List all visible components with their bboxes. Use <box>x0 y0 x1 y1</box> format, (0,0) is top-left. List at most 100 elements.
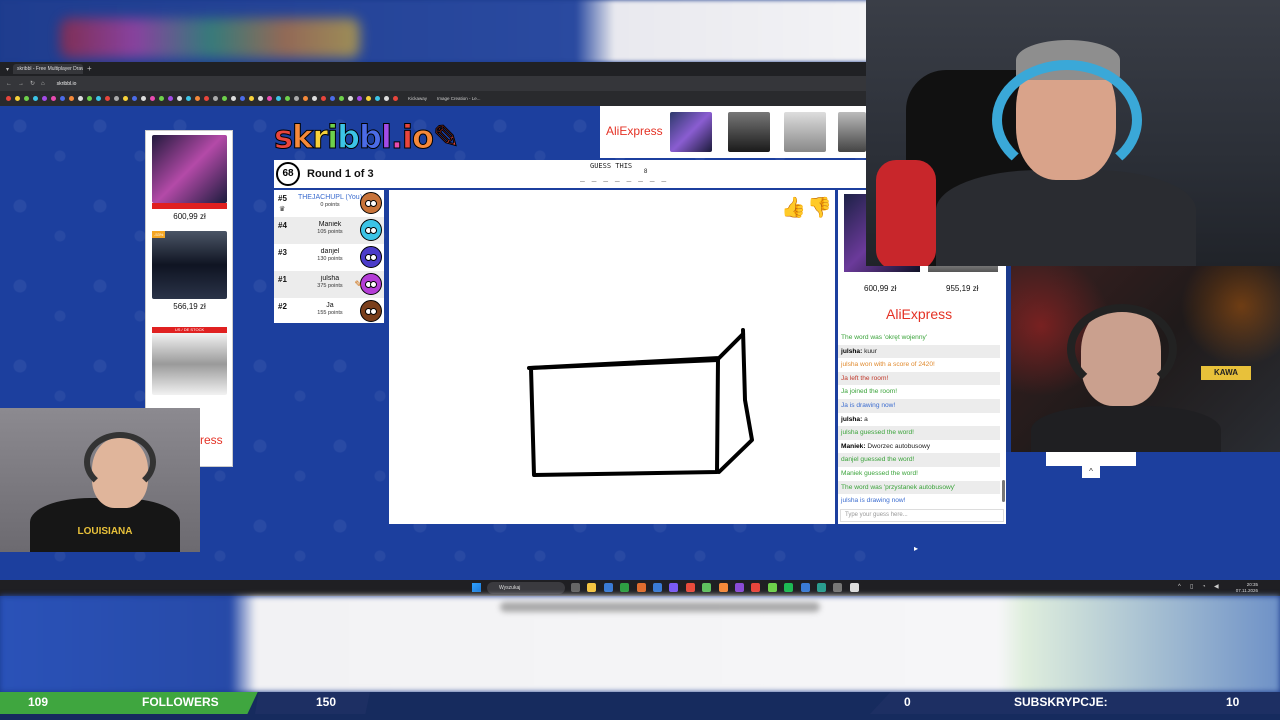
forward-icon[interactable]: → <box>18 81 24 87</box>
chat-panel: AliExpress The word was 'okręt wojenny' j… <box>838 300 1006 524</box>
tray-volume-icon[interactable]: ◀ <box>1214 584 1220 590</box>
bookmark-icon[interactable] <box>51 96 56 101</box>
bookmark-icon[interactable] <box>357 96 362 101</box>
bookmark-icon[interactable] <box>213 96 218 101</box>
ad-tile[interactable]: 600,99 zł <box>152 135 227 221</box>
tab-menu-icon[interactable]: ▾ <box>6 66 9 73</box>
bookmark-icon[interactable] <box>114 96 119 101</box>
player-row[interactable]: #2 Ja 155 points <box>274 298 384 325</box>
bookmark-icon[interactable] <box>267 96 272 101</box>
bookmark-icon[interactable] <box>132 96 137 101</box>
guess-input[interactable]: Type your guess here... <box>840 509 1004 522</box>
ad-product-image[interactable] <box>838 112 866 152</box>
taskbar-app-icon[interactable] <box>718 583 728 592</box>
player-row[interactable]: #3 danjel 130 points <box>274 244 384 271</box>
player-row[interactable]: #1 julsha 375 points ✎ <box>274 271 384 298</box>
reload-icon[interactable]: ↻ <box>30 80 35 87</box>
bookmark-icon[interactable] <box>87 96 92 101</box>
bookmark-icon[interactable] <box>231 96 236 101</box>
tray-battery-icon[interactable]: ▯ <box>1190 584 1196 590</box>
taskbar-app-icon[interactable] <box>603 583 613 592</box>
bookmark-icon[interactable] <box>6 96 11 101</box>
bookmark-icon[interactable] <box>24 96 29 101</box>
bookmark-icon[interactable] <box>105 96 110 101</box>
bookmark-icon[interactable] <box>348 96 353 101</box>
taskbar-app-icon[interactable] <box>653 583 662 592</box>
ad-product-image[interactable] <box>784 112 826 152</box>
taskbar-app-icon[interactable] <box>800 583 810 592</box>
bookmark-icon[interactable] <box>33 96 38 101</box>
drawing-canvas[interactable]: 👍 👎 <box>389 190 835 524</box>
ad-tile[interactable]: US / DE STOCK <box>152 327 227 395</box>
taskbar-app-icon[interactable] <box>702 583 712 592</box>
player-row[interactable]: #4 Maniek 105 points <box>274 217 384 244</box>
taskbar-app-icon[interactable] <box>636 583 646 592</box>
bookmark-icon[interactable] <box>15 96 20 101</box>
taskbar-app-icon[interactable] <box>751 583 761 592</box>
bookmark-icon[interactable] <box>123 96 128 101</box>
tray-network-icon[interactable]: ◔ <box>1202 584 1208 590</box>
taskbar-app-icon[interactable] <box>817 583 826 592</box>
bookmark-icon[interactable] <box>222 96 227 101</box>
home-icon[interactable]: ⌂ <box>41 81 45 87</box>
bookmark-icon[interactable] <box>375 96 380 101</box>
bookmark-icon[interactable] <box>69 96 74 101</box>
taskbar-app-icon[interactable] <box>685 583 695 592</box>
bookmark-icon[interactable] <box>294 96 299 101</box>
gaming-chair-red-side <box>876 160 936 266</box>
subs-current: 0 <box>904 695 911 709</box>
bookmark-icon[interactable] <box>393 96 398 101</box>
bookmark-icon[interactable] <box>384 96 389 101</box>
bookmark-icon[interactable] <box>339 96 344 101</box>
tray-arrow-icon[interactable]: ^ <box>1178 584 1184 590</box>
taskbar-app-icon[interactable] <box>767 583 777 592</box>
bookmark-icon[interactable] <box>330 96 335 101</box>
chevron-up-icon[interactable]: ^ <box>1082 466 1100 478</box>
taskbar-app-icon[interactable] <box>735 583 744 592</box>
bookmark-icon[interactable] <box>78 96 83 101</box>
ad-tile[interactable]: 566,19 zł -53% <box>152 231 227 311</box>
back-icon[interactable]: ← <box>6 81 12 87</box>
taskbar-app-icon[interactable] <box>833 583 843 592</box>
taskbar-app-icon[interactable] <box>669 583 679 592</box>
bookmark-icon[interactable] <box>303 96 308 101</box>
bookmark-icon[interactable] <box>258 96 263 101</box>
bookmark-icon[interactable] <box>150 96 155 101</box>
player-row[interactable]: #5 THEJACHUPL (You) 0 points ♛ <box>274 190 384 217</box>
bookmark-icon[interactable] <box>285 96 290 101</box>
taskbar-app-icon[interactable] <box>587 583 597 592</box>
chat-scrollbar[interactable] <box>1002 480 1005 502</box>
taskbar-app-icon[interactable] <box>849 583 859 592</box>
taskbar-app-icon[interactable] <box>571 583 580 592</box>
bookmark-icon[interactable] <box>240 96 245 101</box>
bookmark-link[interactable]: Image Creation - Le... <box>437 96 481 101</box>
bookmark-icon[interactable] <box>168 96 173 101</box>
bookmark-icon[interactable] <box>60 96 65 101</box>
start-button[interactable] <box>472 583 481 592</box>
new-tab-icon[interactable]: + <box>87 64 92 74</box>
bookmark-icon[interactable] <box>96 96 101 101</box>
browser-window: ▾ skribbl - Free Multiplayer Draw... + ←… <box>0 62 866 106</box>
url-field[interactable]: skribbl.io <box>57 81 77 87</box>
ad-product-image[interactable] <box>670 112 712 152</box>
bookmark-icon[interactable] <box>249 96 254 101</box>
bookmark-icon[interactable] <box>276 96 281 101</box>
bookmark-icon[interactable] <box>366 96 371 101</box>
bookmark-icon[interactable] <box>195 96 200 101</box>
bookmark-icon[interactable] <box>177 96 182 101</box>
taskbar-app-icon[interactable] <box>620 583 630 592</box>
taskbar-search[interactable]: Wyszukaj <box>487 582 565 594</box>
top-ad-banner[interactable]: AliExpress <box>600 106 866 158</box>
bookmark-icon[interactable] <box>204 96 209 101</box>
taskbar-app-icon[interactable] <box>784 583 794 592</box>
bookmark-icon[interactable] <box>141 96 146 101</box>
bookmark-icon[interactable] <box>312 96 317 101</box>
bookmark-icon[interactable] <box>159 96 164 101</box>
bookmark-icon[interactable] <box>321 96 326 101</box>
bookmark-icon[interactable] <box>42 96 47 101</box>
browser-tab[interactable]: skribbl - Free Multiplayer Draw... <box>13 64 84 74</box>
bookmark-link[interactable]: Kickaway <box>408 96 427 101</box>
bookmark-icon[interactable] <box>186 96 191 101</box>
ad-product-image[interactable] <box>728 112 770 152</box>
taskbar-clock[interactable]: 20:35 07.11.2026 <box>1236 582 1258 594</box>
